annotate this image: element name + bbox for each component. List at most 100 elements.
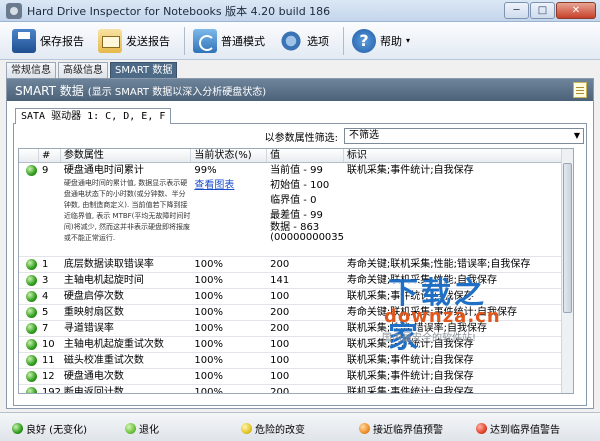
legend-danger-label: 危险的改变 (255, 425, 305, 436)
save-report-button[interactable]: 保存报告 (8, 25, 88, 57)
status-good-icon (26, 323, 37, 334)
row-num: 4 (41, 291, 49, 302)
table-row[interactable]: 3 主轴电机起旋时间 100% 141 寿命关键;联机采集;性能;自我保存 (19, 273, 573, 289)
row-state: 100% (194, 339, 223, 350)
close-button[interactable]: ✕ (556, 2, 596, 19)
row-num: 3 (41, 275, 49, 286)
table-row[interactable]: 192 断电返回计数 100% 200 联机采集;事件统计;自我保存 (19, 385, 573, 394)
help-question-icon: ? (352, 28, 376, 53)
help-button[interactable]: ? 帮助 ▾ (348, 25, 414, 57)
status-good-icon (26, 291, 37, 302)
row-attr: 硬盘通电次数 (63, 371, 124, 382)
column-header-attr[interactable]: 参数属性 (61, 149, 192, 162)
help-label: 帮助 (380, 34, 402, 48)
row-flags: 联机采集;事件统计;自我保存 (346, 387, 474, 394)
row-flags: 寿命关键;联机采集;事件统计;自我保存 (346, 307, 517, 318)
chevron-down-icon: ▾ (406, 36, 411, 45)
row-flags: 联机采集;事件统计;自我保存 (346, 165, 474, 176)
options-label: 选项 (307, 34, 329, 48)
smart-panel: SMART 数据 (显示 SMART 数据以深入分析硬盘状态) SATA 驱动器… (6, 78, 594, 409)
toolbar: 保存报告 发送报告 普通模式 选项 ? 帮助 ▾ (0, 22, 600, 60)
legend-degraded: 退化 (125, 421, 159, 436)
legend-near-label: 接近临界值预警 (373, 425, 443, 436)
table-row[interactable]: 11 磁头校准重试次数 100% 100 联机采集;事件统计;自我保存 (19, 353, 573, 369)
row-state: 100% (194, 291, 223, 302)
report-icon[interactable] (573, 82, 587, 98)
row-flags: 联机采集;事件统计;自我保存 (346, 339, 474, 350)
value-worst: 最差值 - 99 (270, 210, 323, 221)
gear-icon (279, 28, 303, 53)
table-row[interactable]: 10 主轴电机起旋重试次数 100% 100 联机采集;事件统计;自我保存 (19, 337, 573, 353)
column-header-num[interactable]: # (39, 149, 61, 162)
row-attr: 主轴电机起旋重试次数 (63, 339, 164, 350)
dropdown-arrow-icon[interactable]: ▼ (574, 129, 580, 143)
column-header-flags[interactable]: 标识 (344, 149, 573, 162)
value-threshold: 临界值 - 0 (270, 195, 317, 206)
maximize-button[interactable]: □ (530, 2, 555, 19)
tab-sata-drive-1[interactable]: SATA 驱动器 1: C, D, E, F (15, 108, 172, 124)
legend-good: 良好 (无变化) (12, 421, 87, 436)
status-good-icon (12, 423, 23, 434)
table-row[interactable]: 5 重映射扇区数 100% 200 寿命关键;联机采集;事件统计;自我保存 (19, 305, 573, 321)
options-button[interactable]: 选项 (275, 25, 333, 57)
row-state: 99% (194, 165, 217, 176)
status-good-icon (26, 307, 37, 318)
row-state: 100% (194, 307, 223, 318)
column-header-status[interactable] (19, 149, 39, 162)
value-initial: 初始值 - 100 (270, 180, 330, 191)
drive-panel: 以参数属性筛选: 不筛选 ▼ # 参数属性 当前状态(%) 值 标识 9 硬盘通… (13, 123, 587, 406)
panel-title: SMART 数据 (15, 83, 84, 98)
column-header-state[interactable]: 当前状态(%) (191, 149, 268, 162)
title-bar: Hard Drive Inspector for Notebooks 版本 4.… (0, 0, 600, 22)
scrollbar-thumb[interactable] (563, 163, 572, 313)
legend-reached-label: 达到临界值警告 (490, 425, 560, 436)
row-state: 100% (194, 355, 223, 366)
row-flags: 联机采集;性能;错误率;自我保存 (346, 323, 487, 334)
row-flags: 联机采集;事件统计;自我保存 (346, 291, 474, 302)
table-row[interactable]: 4 硬盘启停次数 100% 100 联机采集;事件统计;自我保存 (19, 289, 573, 305)
table-row[interactable]: 7 寻道错误率 100% 200 联机采集;性能;错误率;自我保存 (19, 321, 573, 337)
status-good-icon (26, 371, 37, 382)
row-attr: 断电返回计数 (63, 387, 124, 394)
save-report-label: 保存报告 (40, 34, 84, 48)
window-controls: ─ □ ✕ (504, 2, 596, 19)
panel-subtitle: (显示 SMART 数据以深入分析硬盘状态) (87, 86, 267, 98)
row-value: 100 (270, 371, 290, 382)
status-degraded-icon (125, 423, 136, 434)
vertical-scrollbar[interactable] (561, 149, 573, 393)
row-flags: 寿命关键;联机采集;性能;自我保存 (346, 275, 497, 286)
row-num: 9 (41, 165, 49, 176)
table-row-expanded[interactable]: 9 硬盘通电时间累计 硬盘通电时间的累计值, 数据显示表示硬盘通电状态下的小时数… (19, 163, 573, 257)
legend-danger: 危险的改变 (241, 421, 305, 436)
row-state: 100% (194, 371, 223, 382)
row-state: 100% (194, 275, 223, 286)
column-header-value[interactable]: 值 (267, 149, 344, 162)
refresh-mode-icon (193, 28, 217, 53)
normal-mode-button[interactable]: 普通模式 (189, 25, 269, 57)
table-row[interactable]: 12 硬盘通电次数 100% 100 联机采集;事件统计;自我保存 (19, 369, 573, 385)
row-value: 200 (270, 323, 290, 334)
value-current: 当前值 - 99 (270, 165, 323, 176)
send-report-button[interactable]: 发送报告 (94, 25, 174, 57)
row-flags: 寿命关键;联机采集;性能;错误率;自我保存 (346, 259, 531, 270)
row-attr: 寻道错误率 (63, 323, 114, 334)
row-attr: 磁头校准重试次数 (63, 355, 144, 366)
status-threshold-reached-icon (476, 423, 487, 434)
row-attr: 底层数据读取错误率 (63, 259, 154, 270)
tab-general-info[interactable]: 常规信息 (6, 62, 56, 78)
row-num: 11 (41, 355, 55, 366)
main-tabs: 常规信息 高级信息 SMART 数据 (6, 62, 179, 79)
row-value: 100 (270, 291, 290, 302)
row-value: 100 (270, 339, 290, 350)
toolbar-separator (343, 26, 344, 55)
filter-select[interactable]: 不筛选 ▼ (344, 128, 584, 144)
envelope-icon (98, 28, 122, 53)
view-chart-link[interactable]: 查看图表 (194, 178, 267, 193)
minimize-button[interactable]: ─ (504, 2, 529, 19)
table-row[interactable]: 1 底层数据读取错误率 100% 200 寿命关键;联机采集;性能;错误率;自我保存 (19, 257, 573, 273)
value-data-hex: (00000000035Fh) (270, 232, 344, 243)
toolbar-separator (184, 26, 185, 55)
app-icon (6, 2, 22, 19)
tab-smart-data[interactable]: SMART 数据 (110, 62, 178, 79)
tab-advanced-info[interactable]: 高级信息 (58, 62, 108, 78)
